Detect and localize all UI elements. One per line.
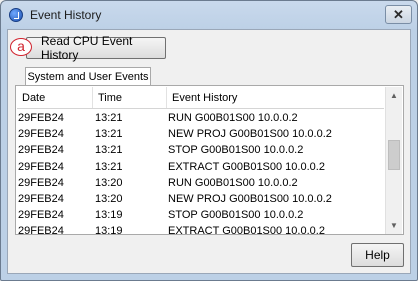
cell-event: STOP G00B01S00 10.0.0.2 — [168, 209, 304, 222]
cell-date: 29FEB24 — [18, 144, 64, 157]
dialog-body: Read CPU Event History a System and User… — [7, 29, 411, 274]
cell-event: NEW PROJ G00B01S00 10.0.0.2 — [168, 128, 332, 141]
table-row[interactable]: 29FEB24 13:21 NEW PROJ G00B01S00 10.0.0.… — [17, 126, 384, 142]
event-history-window: Event History ✕ Read CPU Event History a… — [0, 0, 418, 281]
help-button-label: Help — [365, 248, 390, 262]
cell-event: EXTRACT G00B01S00 10.0.0.2 — [168, 225, 325, 234]
table-row[interactable]: 29FEB24 13:19 EXTRACT G00B01S00 10.0.0.2 — [17, 223, 384, 234]
cell-time: 13:20 — [95, 193, 123, 206]
cell-date: 29FEB24 — [18, 209, 64, 222]
table-row[interactable]: 29FEB24 13:21 EXTRACT G00B01S00 10.0.0.2 — [17, 159, 384, 175]
table-row[interactable]: 29FEB24 13:20 NEW PROJ G00B01S00 10.0.0.… — [17, 191, 384, 207]
cell-date: 29FEB24 — [18, 176, 64, 189]
help-button[interactable]: Help — [351, 243, 404, 267]
scroll-up-button[interactable]: ▲ — [386, 87, 402, 104]
close-button[interactable]: ✕ — [385, 5, 412, 24]
column-header-event-history[interactable]: Event History — [167, 87, 384, 108]
arrow-down-icon: ▼ — [390, 221, 398, 230]
events-tab-panel: Date Time Event History 29FEB24 13:21 RU… — [15, 85, 404, 235]
cell-event: STOP G00B01S00 10.0.0.2 — [168, 144, 304, 157]
read-cpu-event-history-button[interactable]: Read CPU Event History — [26, 34, 166, 62]
app-info-icon — [9, 8, 23, 22]
table-header: Date Time Event History — [17, 87, 384, 109]
arrow-up-icon: ▲ — [390, 91, 398, 100]
cell-time: 13:19 — [95, 209, 123, 222]
cell-time: 13:20 — [95, 176, 123, 189]
table-row[interactable]: 29FEB24 13:20 RUN G00B01S00 10.0.0.2 — [17, 175, 384, 191]
cell-time: 13:21 — [95, 128, 123, 141]
scroll-down-button[interactable]: ▼ — [386, 217, 402, 234]
cell-time: 13:19 — [95, 225, 123, 234]
window-title: Event History — [30, 8, 102, 22]
table-row[interactable]: 29FEB24 13:21 STOP G00B01S00 10.0.0.2 — [17, 142, 384, 158]
cell-date: 29FEB24 — [18, 193, 64, 206]
event-list[interactable]: 29FEB24 13:21 RUN G00B01S00 10.0.0.2 29F… — [17, 110, 384, 234]
scrollbar-thumb[interactable] — [388, 140, 400, 170]
table-row[interactable]: 29FEB24 13:19 STOP G00B01S00 10.0.0.2 — [17, 207, 384, 223]
cell-time: 13:21 — [95, 144, 123, 157]
cell-event: RUN G00B01S00 10.0.0.2 — [168, 176, 298, 189]
cell-event: RUN G00B01S00 10.0.0.2 — [168, 112, 298, 125]
cell-date: 29FEB24 — [18, 160, 64, 173]
title-bar[interactable]: Event History ✕ — [1, 1, 417, 29]
annotation-marker: a — [10, 38, 32, 56]
read-button-label: Read CPU Event History — [41, 34, 133, 62]
close-icon: ✕ — [393, 6, 404, 22]
tab-system-and-user-events[interactable]: System and User Events — [25, 67, 151, 86]
cell-event: EXTRACT G00B01S00 10.0.0.2 — [168, 160, 325, 173]
tab-label: System and User Events — [27, 71, 149, 83]
cell-date: 29FEB24 — [18, 112, 64, 125]
cell-date: 29FEB24 — [18, 225, 64, 234]
cell-time: 13:21 — [95, 160, 123, 173]
cell-time: 13:21 — [95, 112, 123, 125]
cell-date: 29FEB24 — [18, 128, 64, 141]
column-header-time[interactable]: Time — [93, 87, 167, 108]
column-header-date[interactable]: Date — [17, 87, 93, 108]
table-row[interactable]: 29FEB24 13:21 RUN G00B01S00 10.0.0.2 — [17, 110, 384, 126]
vertical-scrollbar[interactable]: ▲ ▼ — [385, 87, 402, 234]
cell-event: NEW PROJ G00B01S00 10.0.0.2 — [168, 193, 332, 206]
